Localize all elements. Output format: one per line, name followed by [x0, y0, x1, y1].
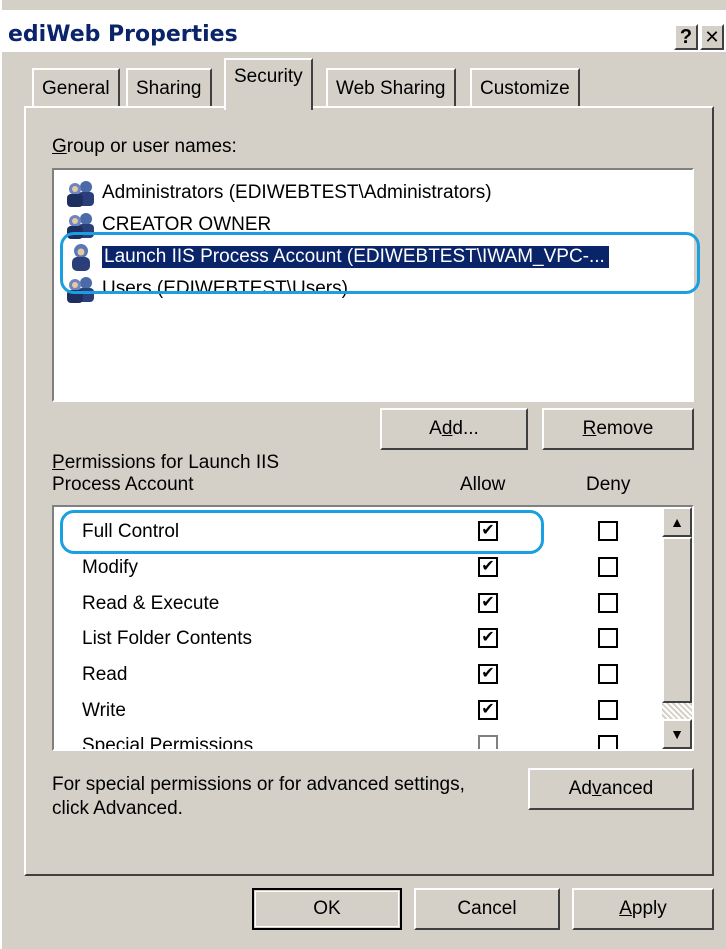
properties-dialog: ediWeb Properties ? ✕ General Sharing Se…: [0, 0, 726, 949]
list-item-label: CREATOR OWNER: [102, 214, 272, 235]
window-title: ediWeb Properties: [8, 22, 238, 47]
tab-label: General: [42, 78, 110, 99]
list-item-label: Users (EDIWEBTEST\Users): [102, 278, 348, 299]
help-icon: ?: [679, 26, 693, 48]
deny-checkbox[interactable]: [598, 664, 618, 684]
deny-checkbox[interactable]: [598, 557, 618, 577]
deny-checkbox[interactable]: [598, 593, 618, 613]
deny-checkbox[interactable]: [598, 628, 618, 648]
help-button[interactable]: ?: [674, 24, 698, 50]
user-icon: [72, 244, 90, 271]
add-button[interactable]: Ad d...: [380, 408, 528, 450]
tab-customize[interactable]: Customize: [470, 68, 580, 108]
scroll-thumb[interactable]: [662, 537, 692, 703]
group-users-icon: [67, 181, 94, 207]
permission-label: List Folder Contents: [82, 628, 253, 649]
remove-button[interactable]: Remove: [542, 408, 694, 450]
advanced-button[interactable]: Ad v anced: [528, 768, 694, 810]
deny-checkbox[interactable]: [598, 700, 618, 720]
allow-checkbox[interactable]: ✔: [478, 664, 498, 684]
allow-column-header: Allow: [460, 474, 506, 495]
group-users-icon: [67, 213, 94, 239]
permission-row: List Folder Contents ✔: [54, 624, 662, 658]
scroll-track[interactable]: [662, 703, 692, 719]
advanced-note-line2: click Advanced.: [52, 798, 183, 819]
permission-label: Write: [82, 700, 126, 721]
permissions-heading-line2: Process Account: [52, 474, 194, 495]
tab-web-sharing[interactable]: Web Sharing: [326, 68, 456, 108]
arrow-up-icon: ▲: [670, 514, 684, 530]
scroll-up-button[interactable]: ▲: [662, 507, 692, 537]
list-item-selected[interactable]: Launch IIS Process Account (EDIWEBTEST\I…: [64, 242, 609, 272]
list-item[interactable]: Administrators (EDIWEBTEST\Administrator…: [64, 178, 492, 208]
permissions-list: Full Control ✔ Modify ✔ Read & Execute ✔…: [52, 505, 694, 751]
permission-row: Write ✔: [54, 696, 662, 730]
permission-label: Modify: [82, 557, 138, 578]
permission-row: Special Permissions: [54, 731, 662, 751]
list-item-label: Administrators (EDIWEBTEST\Administrator…: [102, 182, 492, 203]
tab-label: Sharing: [136, 78, 202, 99]
permission-row: Full Control ✔: [54, 517, 662, 551]
close-button[interactable]: ✕: [700, 24, 724, 50]
permission-row: Read & Execute ✔: [54, 589, 662, 623]
deny-checkbox[interactable]: [598, 521, 618, 541]
permission-label: Read: [82, 664, 128, 685]
tab-label: Customize: [480, 78, 570, 99]
ok-button[interactable]: OK: [252, 888, 402, 930]
permission-label: Special Permissions: [82, 735, 254, 751]
deny-column-header: Deny: [586, 474, 631, 495]
group-heading: Group or user names:: [52, 136, 237, 157]
permissions-scrollbar[interactable]: ▲ ▼: [662, 507, 692, 749]
tab-label: Web Sharing: [336, 78, 446, 99]
allow-checkbox[interactable]: ✔: [478, 700, 498, 720]
tab-security[interactable]: Security: [224, 58, 313, 110]
arrow-down-icon: ▼: [670, 726, 684, 742]
allow-checkbox[interactable]: ✔: [478, 521, 498, 541]
advanced-note-line1: For special permissions or for advanced …: [52, 774, 465, 795]
permissions-heading-line1: Permissions for Launch IIS: [52, 452, 280, 473]
permission-label: Read & Execute: [82, 593, 220, 614]
group-user-list[interactable]: Administrators (EDIWEBTEST\Administrator…: [52, 168, 694, 402]
tab-label: Security: [234, 66, 303, 87]
scroll-down-button[interactable]: ▼: [662, 719, 692, 749]
list-item[interactable]: Users (EDIWEBTEST\Users): [64, 274, 348, 304]
permission-label: Full Control: [82, 521, 180, 542]
tab-general[interactable]: General: [32, 68, 120, 108]
permission-row: Read ✔: [54, 660, 662, 694]
permission-row: Modify ✔: [54, 553, 662, 587]
deny-checkbox[interactable]: [598, 735, 618, 749]
allow-checkbox[interactable]: ✔: [478, 628, 498, 648]
list-item[interactable]: CREATOR OWNER: [64, 210, 271, 240]
cancel-button[interactable]: Cancel: [414, 888, 560, 930]
allow-checkbox[interactable]: ✔: [478, 557, 498, 577]
group-users-icon: [67, 277, 94, 303]
title-bar[interactable]: ediWeb Properties ? ✕: [2, 10, 726, 52]
allow-checkbox[interactable]: ✔: [478, 593, 498, 613]
apply-button[interactable]: Apply: [572, 888, 714, 930]
allow-checkbox[interactable]: [478, 735, 498, 749]
close-icon: ✕: [704, 27, 720, 47]
tab-sharing[interactable]: Sharing: [126, 68, 212, 108]
list-item-label: Launch IIS Process Account (EDIWEBTEST\I…: [102, 246, 609, 268]
